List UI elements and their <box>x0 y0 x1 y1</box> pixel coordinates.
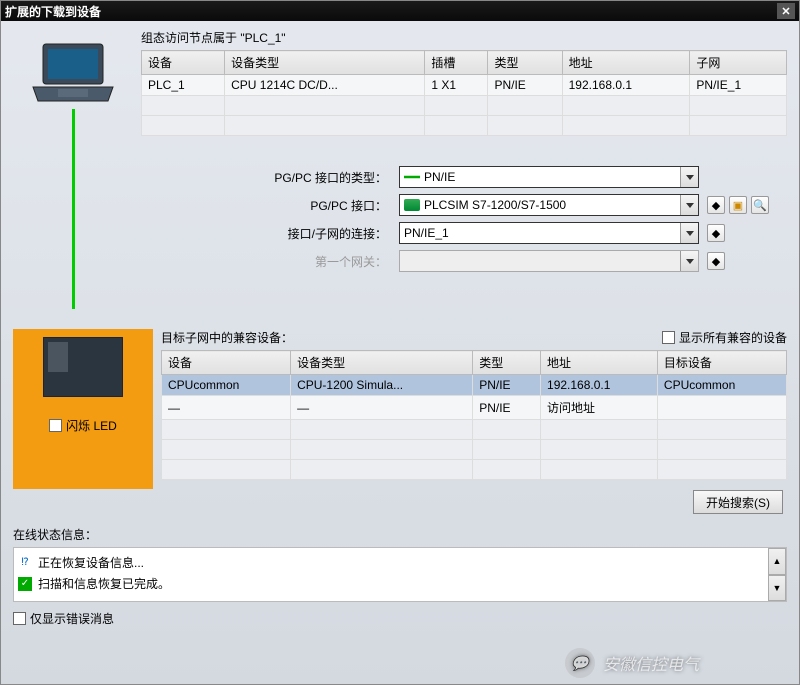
compat-label: 目标子网中的兼容设备： <box>161 329 293 346</box>
col-device: 设备 <box>142 51 225 75</box>
flash-led-label: 闪烁 LED <box>66 417 117 434</box>
list-item: ⁉ 正在恢复设备信息... <box>18 552 782 573</box>
table-row[interactable]: — — PN/IE 访问地址 <box>162 396 787 420</box>
pgpc-if-dropdown[interactable]: PLCSIM S7-1200/S7-1500 <box>399 194 699 216</box>
plc-device-panel: 闪烁 LED <box>13 329 153 489</box>
window-title: 扩展的下载到设备 <box>5 3 777 20</box>
list-item: ✓ 扫描和信息恢复已完成。 <box>18 573 782 594</box>
subnet-conn-dropdown[interactable]: PN/IE_1 <box>399 222 699 244</box>
first-gw-dropdown <box>399 250 699 272</box>
pnie-icon <box>404 171 420 183</box>
pgpc-type-label: PG/PC 接口的类型： <box>141 169 391 186</box>
status-label: 在线状态信息： <box>13 526 787 543</box>
subnet-conn-label: 接口/子网的连接： <box>141 225 391 242</box>
chevron-down-icon[interactable] <box>680 195 698 215</box>
col-address: 地址 <box>562 51 690 75</box>
col-type: 类型 <box>488 51 562 75</box>
chevron-down-icon[interactable] <box>680 223 698 243</box>
show-all-label: 显示所有兼容的设备 <box>679 329 787 346</box>
first-gw-label: 第一个网关： <box>141 253 391 270</box>
refresh-icon[interactable]: ▣ <box>729 196 747 214</box>
access-node-table: 设备 设备类型 插槽 类型 地址 子网 PLC_1 CPU 1214C DC/D… <box>141 50 787 136</box>
col-subnet: 子网 <box>690 51 787 75</box>
connection-line <box>72 109 75 309</box>
status-list: ⁉ 正在恢复设备信息... ✓ 扫描和信息恢复已完成。 ▲ ▼ <box>13 547 787 602</box>
title-bar: 扩展的下载到设备 ✕ <box>1 1 799 21</box>
chevron-down-icon[interactable] <box>680 167 698 187</box>
col-slot: 插槽 <box>425 51 488 75</box>
laptop-icon <box>28 39 118 109</box>
table-row[interactable]: CPUcommon CPU-1200 Simula... PN/IE 192.1… <box>162 375 787 396</box>
config-icon[interactable]: ◆ <box>707 196 725 214</box>
only-errors-checkbox[interactable] <box>13 612 26 625</box>
only-errors-label: 仅显示错误消息 <box>30 610 114 627</box>
config-icon[interactable]: ◆ <box>707 224 725 242</box>
compat-table: 设备 设备类型 类型 地址 目标设备 CPUcommon CPU-1200 Si… <box>161 350 787 480</box>
close-button[interactable]: ✕ <box>777 3 795 19</box>
pgpc-if-label: PG/PC 接口： <box>141 197 391 214</box>
scroll-up-button[interactable]: ▲ <box>768 548 786 575</box>
config-icon[interactable]: ◆ <box>707 252 725 270</box>
pgpc-type-dropdown[interactable]: PN/IE <box>399 166 699 188</box>
col-device-type: 设备类型 <box>225 51 425 75</box>
start-search-button[interactable]: 开始搜索(S) <box>693 490 783 514</box>
plc-device-icon <box>43 337 123 397</box>
show-all-checkbox[interactable] <box>662 331 675 344</box>
network-card-icon <box>404 199 420 211</box>
info-icon: ⁉ <box>18 556 32 570</box>
chevron-down-icon <box>680 251 698 271</box>
access-node-label: 组态访问节点属于 "PLC_1" <box>141 29 787 46</box>
search-icon[interactable]: 🔍 <box>751 196 769 214</box>
check-icon: ✓ <box>18 577 32 591</box>
flash-led-checkbox[interactable] <box>49 419 62 432</box>
scroll-down-button[interactable]: ▼ <box>768 575 786 602</box>
table-row[interactable]: PLC_1 CPU 1214C DC/D... 1 X1 PN/IE 192.1… <box>142 75 787 96</box>
